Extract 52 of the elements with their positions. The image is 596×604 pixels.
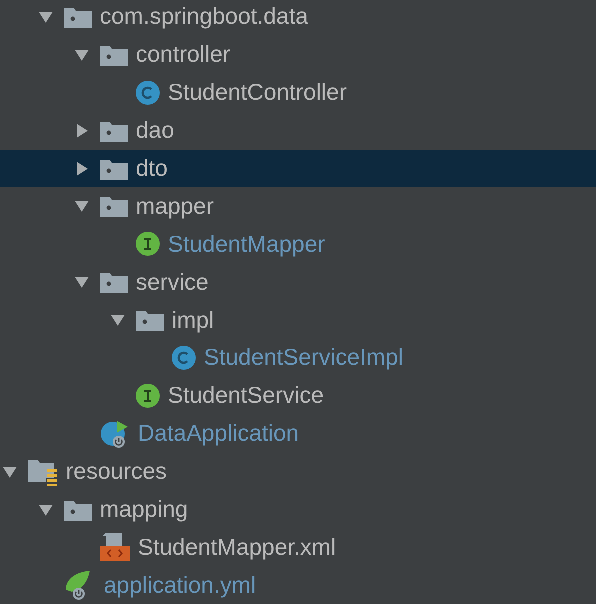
tree-row[interactable]: mapping — [0, 490, 596, 528]
resources-folder-icon — [28, 458, 58, 486]
tree-item-label: controller — [136, 41, 231, 68]
collapse-arrow-icon[interactable] — [74, 198, 90, 214]
package-folder-icon — [100, 158, 128, 180]
tree-row[interactable]: controller — [0, 36, 596, 74]
tree-item-label: mapper — [136, 192, 214, 220]
package-folder-icon — [100, 271, 128, 294]
tree-item-label: StudentServiceImpl — [204, 344, 404, 372]
package-folder-icon — [100, 195, 128, 218]
tree-item-label: StudentService — [168, 382, 324, 410]
class-icon — [136, 80, 160, 105]
package-folder-icon — [100, 44, 128, 66]
tree-item-label: resources — [66, 458, 167, 486]
tree-item-label: service — [136, 268, 209, 296]
collapse-arrow-icon[interactable] — [74, 274, 90, 290]
tree-row[interactable]: com.springboot.data — [0, 0, 596, 36]
tree-item-label: DataApplication — [138, 420, 300, 448]
class-icon — [172, 346, 196, 370]
tree-row[interactable]: DataApplication — [0, 414, 596, 453]
tree-item-label: StudentMapper — [168, 230, 326, 258]
interface-icon — [136, 232, 160, 256]
tree-row[interactable]: StudentService — [0, 376, 596, 415]
xml-file-icon — [100, 533, 130, 562]
tree-row[interactable]: dto — [0, 150, 596, 188]
package-folder-icon — [100, 120, 128, 142]
tree-row[interactable]: StudentMapper — [0, 225, 596, 264]
spring-app-icon — [100, 418, 130, 449]
interface-icon — [136, 384, 160, 408]
tree-row[interactable]: mapper — [0, 187, 596, 226]
expand-arrow-icon[interactable] — [74, 160, 90, 176]
expand-arrow-icon[interactable] — [74, 122, 90, 139]
tree-row[interactable]: StudentServiceImpl — [0, 339, 596, 377]
package-folder-icon — [136, 309, 164, 332]
collapse-arrow-icon[interactable] — [110, 312, 126, 328]
tree-item-label: mapping — [100, 496, 188, 524]
tree-item-label: impl — [172, 306, 214, 334]
tree-row[interactable]: StudentMapper.xml — [0, 528, 596, 566]
package-folder-icon — [64, 6, 92, 28]
tree-item-label: dto — [136, 155, 168, 182]
tree-item-label: StudentMapper.xml — [138, 534, 336, 561]
tree-item-label: StudentController — [168, 79, 347, 106]
tree-item-label: com.springboot.data — [100, 3, 308, 30]
tree-row[interactable]: resources — [0, 452, 596, 491]
tree-row[interactable]: dao — [0, 112, 596, 150]
tree-row[interactable]: impl — [0, 301, 596, 340]
tree-item-label: application.yml — [104, 572, 256, 599]
tree-row[interactable]: application.yml — [0, 566, 596, 604]
tree-row[interactable]: service — [0, 263, 596, 302]
package-folder-icon — [64, 498, 92, 521]
tree-item-label: dao — [136, 117, 174, 144]
tree-row[interactable]: StudentController — [0, 74, 596, 112]
